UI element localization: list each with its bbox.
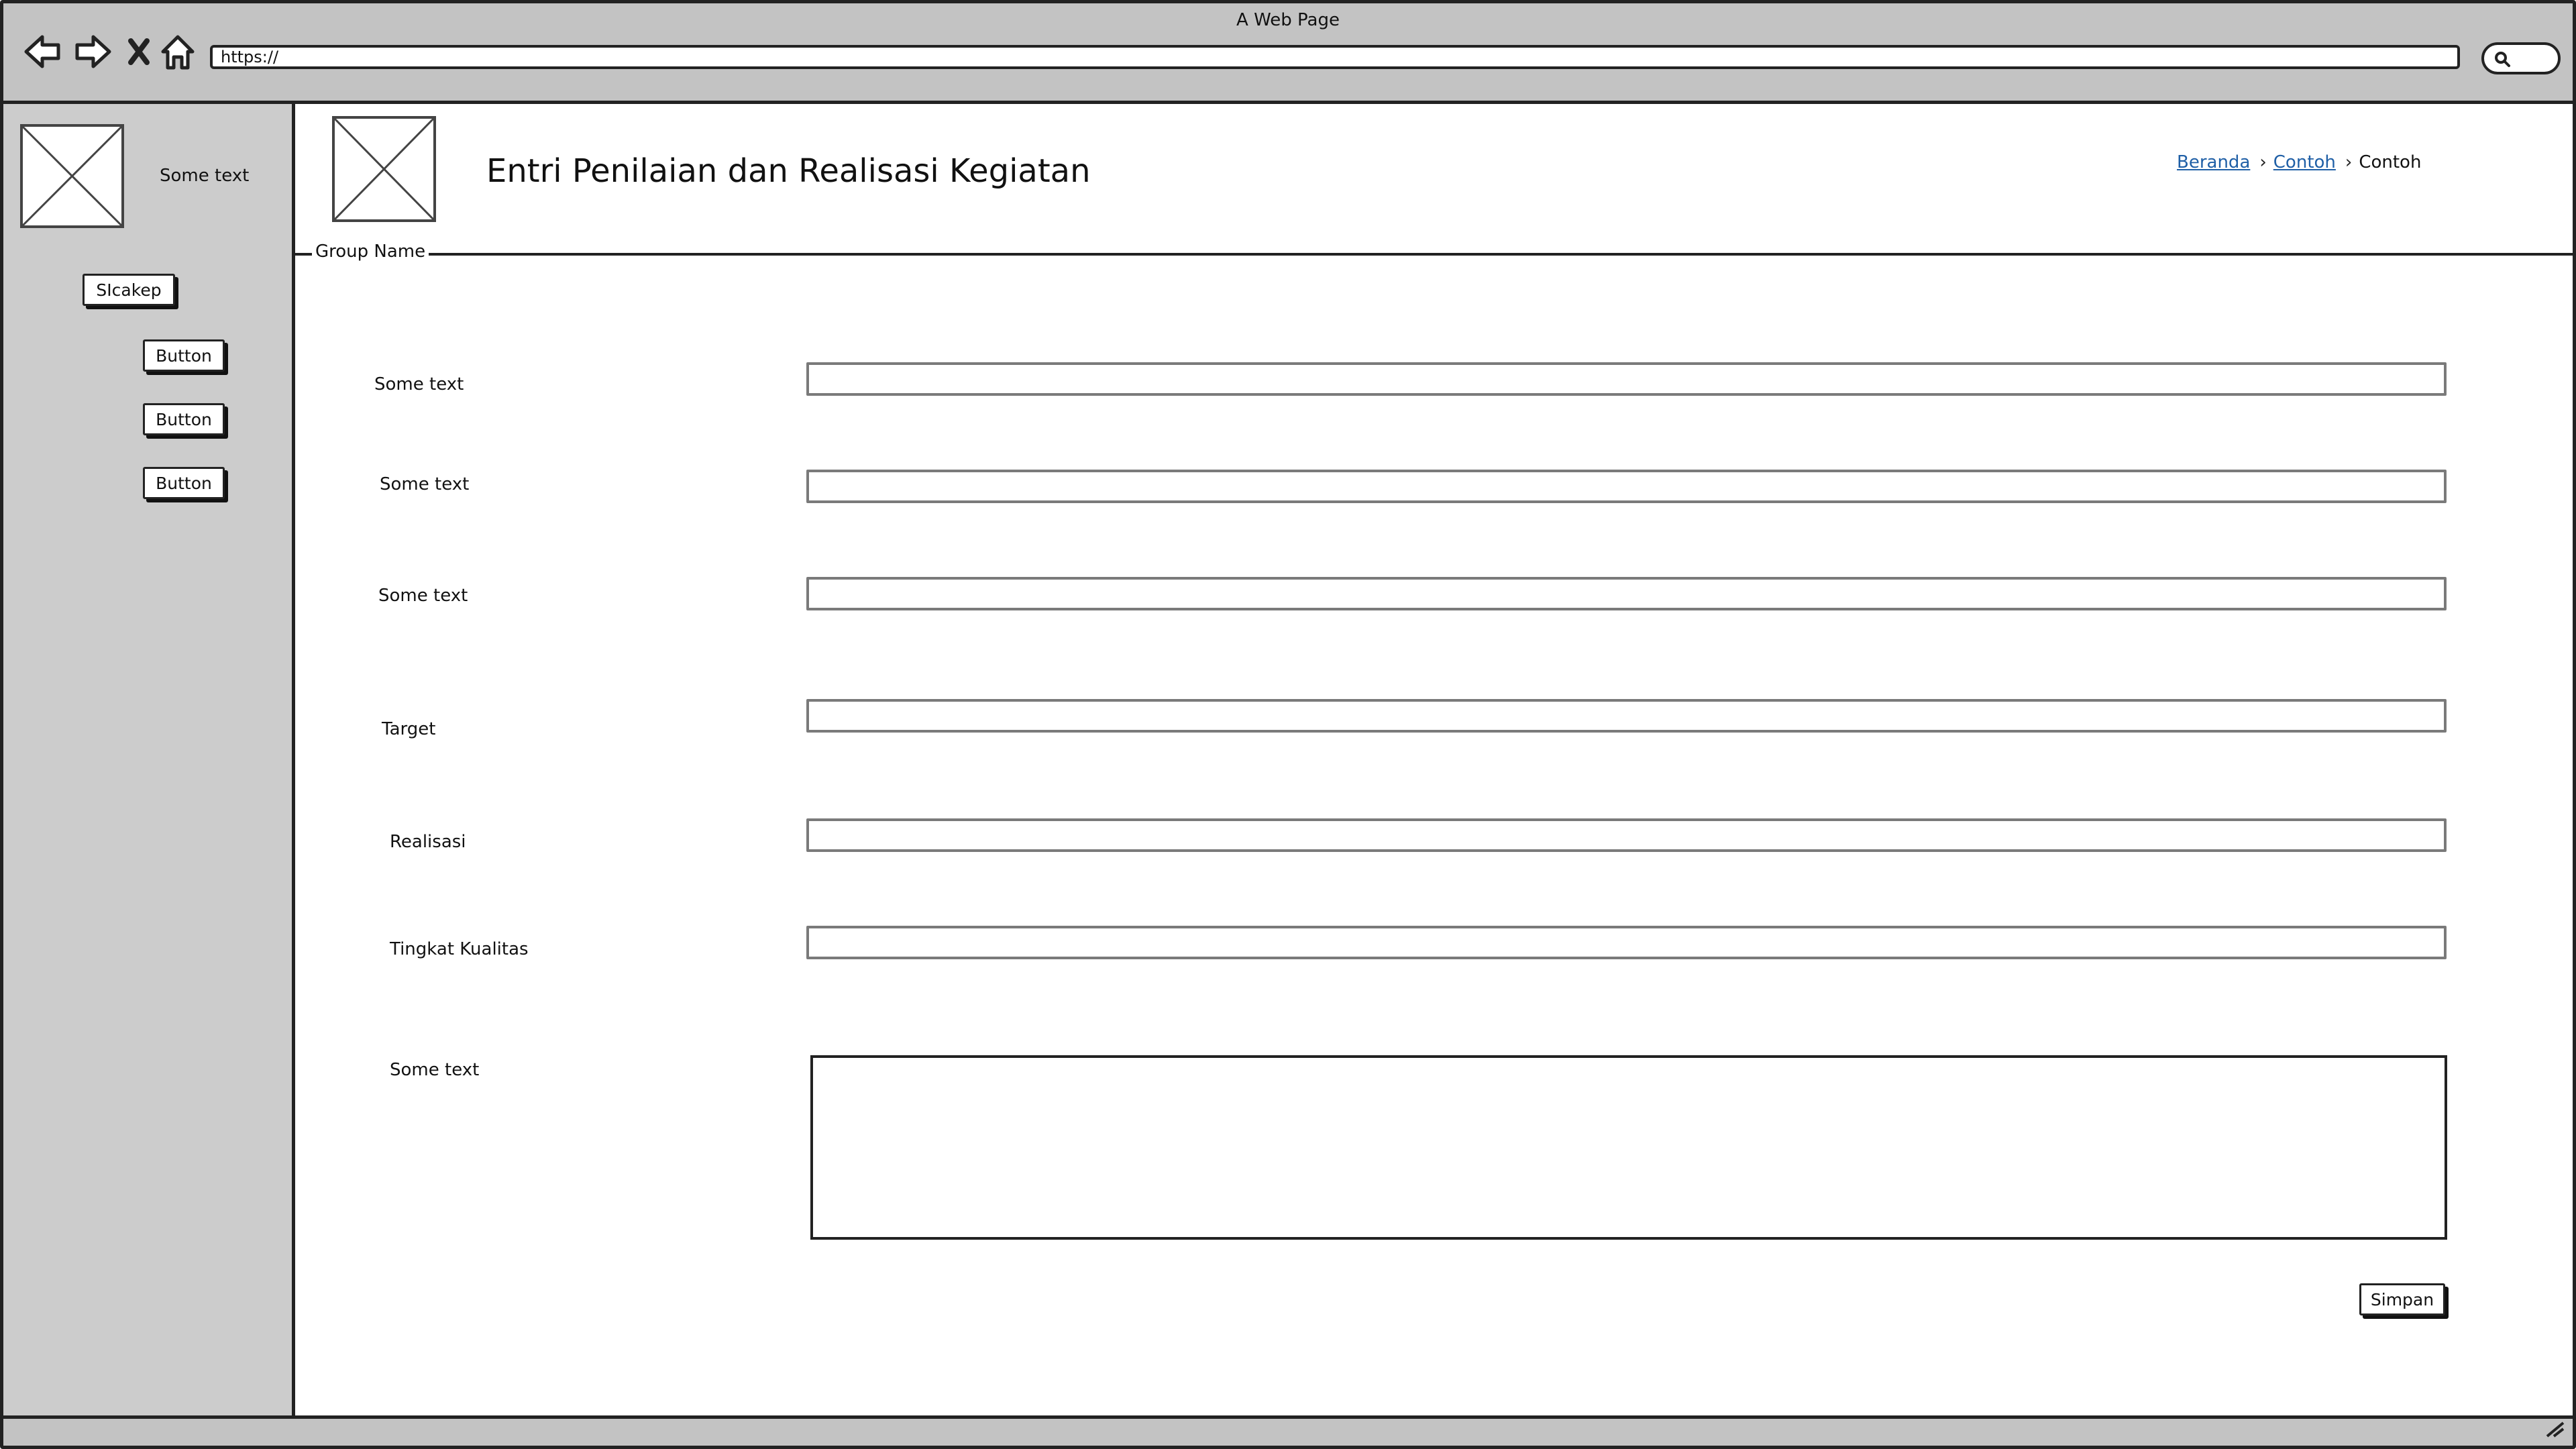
chevron-right-icon: › — [2345, 152, 2353, 172]
back-arrow-icon[interactable] — [22, 33, 62, 70]
stop-icon[interactable] — [127, 33, 151, 70]
field-label-target: Target — [382, 719, 436, 739]
search-icon — [2495, 52, 2510, 67]
browser-window: A Web Page https:// Some text SIcakep Bu… — [0, 0, 2576, 1449]
breadcrumb-current: Contoh — [2359, 152, 2422, 172]
field-label-1: Some text — [374, 374, 464, 394]
tingkat-kualitas-input[interactable] — [806, 926, 2447, 959]
breadcrumb: Beranda › Contoh › Contoh — [2177, 152, 2421, 172]
page-title: Entri Penilaian dan Realisasi Kegiatan — [486, 152, 1091, 190]
sidebar-caption: Some text — [160, 166, 250, 186]
field-label-2: Some text — [380, 474, 470, 494]
field-label-notes: Some text — [390, 1060, 480, 1080]
field-input-1[interactable] — [806, 362, 2447, 396]
field-label-tingkat-kualitas: Tingkat Kualitas — [390, 939, 529, 959]
field-label-3: Some text — [378, 586, 468, 606]
sidebar: Some text SIcakep Button Button Button — [3, 104, 295, 1415]
window-title: A Web Page — [1236, 10, 1340, 30]
sicakep-app-button[interactable]: SIcakep — [83, 274, 175, 306]
breadcrumb-link-beranda[interactable]: Beranda — [2177, 152, 2250, 172]
resize-grip-icon[interactable] — [2544, 1420, 2566, 1439]
group-name-label: Group Name — [312, 241, 429, 262]
field-label-realisasi: Realisasi — [390, 832, 466, 852]
realisasi-input[interactable] — [806, 818, 2447, 852]
header-image-placeholder — [332, 116, 436, 222]
sidebar-button-1[interactable]: Button — [143, 339, 225, 372]
browser-search-button[interactable] — [2481, 42, 2561, 74]
field-input-2[interactable] — [806, 470, 2447, 503]
forward-arrow-icon[interactable] — [73, 33, 113, 70]
simpan-button[interactable]: Simpan — [2359, 1283, 2445, 1316]
breadcrumb-link-contoh[interactable]: Contoh — [2273, 152, 2336, 172]
notes-textarea[interactable] — [810, 1055, 2447, 1240]
sidebar-logo-image — [20, 124, 124, 228]
chevron-right-icon: › — [2259, 152, 2267, 172]
browser-toolbar: A Web Page https:// — [3, 3, 2573, 104]
status-bar — [3, 1415, 2573, 1446]
sidebar-button-3[interactable]: Button — [143, 467, 225, 499]
home-icon[interactable] — [159, 33, 197, 70]
url-input[interactable]: https:// — [210, 45, 2460, 69]
sidebar-button-2[interactable]: Button — [143, 403, 225, 435]
field-input-3[interactable] — [806, 577, 2447, 610]
target-input[interactable] — [806, 699, 2447, 733]
